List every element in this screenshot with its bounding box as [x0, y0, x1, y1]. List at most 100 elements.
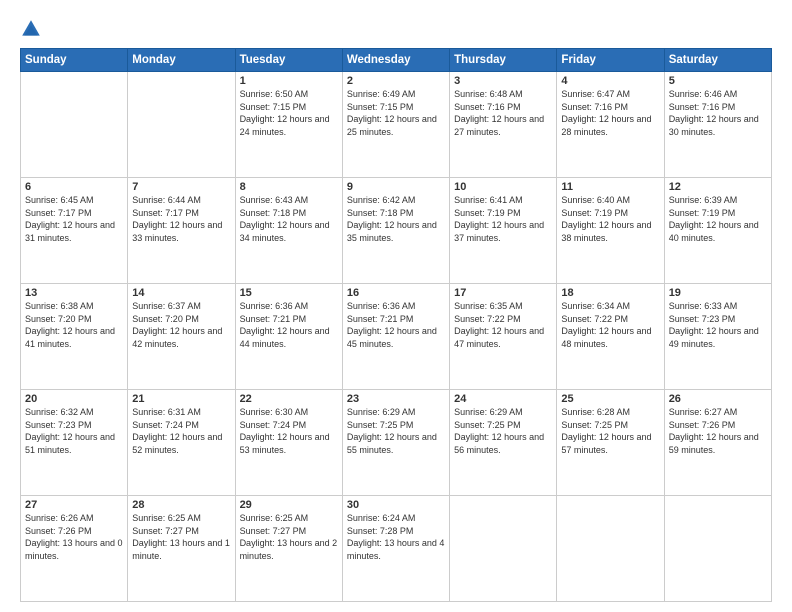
day-info: Sunrise: 6:34 AM Sunset: 7:22 PM Dayligh… — [561, 300, 659, 350]
day-number: 26 — [669, 393, 767, 405]
calendar-cell: 13Sunrise: 6:38 AM Sunset: 7:20 PM Dayli… — [21, 284, 128, 390]
calendar-cell: 4Sunrise: 6:47 AM Sunset: 7:16 PM Daylig… — [557, 72, 664, 178]
weekday-header-friday: Friday — [557, 49, 664, 72]
calendar-cell: 12Sunrise: 6:39 AM Sunset: 7:19 PM Dayli… — [664, 178, 771, 284]
day-info: Sunrise: 6:50 AM Sunset: 7:15 PM Dayligh… — [240, 88, 338, 138]
calendar-cell: 24Sunrise: 6:29 AM Sunset: 7:25 PM Dayli… — [450, 390, 557, 496]
day-number: 18 — [561, 287, 659, 299]
logo-icon — [20, 18, 42, 40]
calendar-cell: 19Sunrise: 6:33 AM Sunset: 7:23 PM Dayli… — [664, 284, 771, 390]
day-info: Sunrise: 6:46 AM Sunset: 7:16 PM Dayligh… — [669, 88, 767, 138]
day-info: Sunrise: 6:38 AM Sunset: 7:20 PM Dayligh… — [25, 300, 123, 350]
logo — [20, 18, 46, 40]
day-info: Sunrise: 6:37 AM Sunset: 7:20 PM Dayligh… — [132, 300, 230, 350]
day-info: Sunrise: 6:25 AM Sunset: 7:27 PM Dayligh… — [132, 512, 230, 562]
day-info: Sunrise: 6:27 AM Sunset: 7:26 PM Dayligh… — [669, 406, 767, 456]
day-info: Sunrise: 6:26 AM Sunset: 7:26 PM Dayligh… — [25, 512, 123, 562]
day-info: Sunrise: 6:29 AM Sunset: 7:25 PM Dayligh… — [347, 406, 445, 456]
calendar-table: SundayMondayTuesdayWednesdayThursdayFrid… — [20, 48, 772, 602]
calendar-cell: 30Sunrise: 6:24 AM Sunset: 7:28 PM Dayli… — [342, 496, 449, 602]
week-row-3: 13Sunrise: 6:38 AM Sunset: 7:20 PM Dayli… — [21, 284, 772, 390]
day-info: Sunrise: 6:35 AM Sunset: 7:22 PM Dayligh… — [454, 300, 552, 350]
day-info: Sunrise: 6:24 AM Sunset: 7:28 PM Dayligh… — [347, 512, 445, 562]
weekday-header-sunday: Sunday — [21, 49, 128, 72]
day-number: 8 — [240, 181, 338, 193]
weekday-header-monday: Monday — [128, 49, 235, 72]
day-number: 9 — [347, 181, 445, 193]
calendar-cell: 22Sunrise: 6:30 AM Sunset: 7:24 PM Dayli… — [235, 390, 342, 496]
page: SundayMondayTuesdayWednesdayThursdayFrid… — [0, 0, 792, 612]
calendar-cell: 9Sunrise: 6:42 AM Sunset: 7:18 PM Daylig… — [342, 178, 449, 284]
calendar-cell: 28Sunrise: 6:25 AM Sunset: 7:27 PM Dayli… — [128, 496, 235, 602]
week-row-5: 27Sunrise: 6:26 AM Sunset: 7:26 PM Dayli… — [21, 496, 772, 602]
day-info: Sunrise: 6:30 AM Sunset: 7:24 PM Dayligh… — [240, 406, 338, 456]
day-number: 1 — [240, 75, 338, 87]
day-info: Sunrise: 6:28 AM Sunset: 7:25 PM Dayligh… — [561, 406, 659, 456]
calendar-cell: 15Sunrise: 6:36 AM Sunset: 7:21 PM Dayli… — [235, 284, 342, 390]
weekday-header-saturday: Saturday — [664, 49, 771, 72]
calendar-cell: 7Sunrise: 6:44 AM Sunset: 7:17 PM Daylig… — [128, 178, 235, 284]
day-info: Sunrise: 6:49 AM Sunset: 7:15 PM Dayligh… — [347, 88, 445, 138]
calendar-cell: 3Sunrise: 6:48 AM Sunset: 7:16 PM Daylig… — [450, 72, 557, 178]
day-number: 7 — [132, 181, 230, 193]
calendar-cell: 18Sunrise: 6:34 AM Sunset: 7:22 PM Dayli… — [557, 284, 664, 390]
calendar-cell: 16Sunrise: 6:36 AM Sunset: 7:21 PM Dayli… — [342, 284, 449, 390]
weekday-header-thursday: Thursday — [450, 49, 557, 72]
week-row-2: 6Sunrise: 6:45 AM Sunset: 7:17 PM Daylig… — [21, 178, 772, 284]
day-number: 11 — [561, 181, 659, 193]
day-number: 14 — [132, 287, 230, 299]
calendar-cell — [557, 496, 664, 602]
calendar-cell: 21Sunrise: 6:31 AM Sunset: 7:24 PM Dayli… — [128, 390, 235, 496]
weekday-header-tuesday: Tuesday — [235, 49, 342, 72]
calendar-cell: 8Sunrise: 6:43 AM Sunset: 7:18 PM Daylig… — [235, 178, 342, 284]
day-number: 2 — [347, 75, 445, 87]
calendar-cell: 2Sunrise: 6:49 AM Sunset: 7:15 PM Daylig… — [342, 72, 449, 178]
calendar-body: 1Sunrise: 6:50 AM Sunset: 7:15 PM Daylig… — [21, 72, 772, 602]
day-number: 29 — [240, 499, 338, 511]
calendar-cell — [128, 72, 235, 178]
calendar-cell: 27Sunrise: 6:26 AM Sunset: 7:26 PM Dayli… — [21, 496, 128, 602]
day-number: 24 — [454, 393, 552, 405]
calendar-cell: 23Sunrise: 6:29 AM Sunset: 7:25 PM Dayli… — [342, 390, 449, 496]
calendar-cell: 10Sunrise: 6:41 AM Sunset: 7:19 PM Dayli… — [450, 178, 557, 284]
day-info: Sunrise: 6:42 AM Sunset: 7:18 PM Dayligh… — [347, 194, 445, 244]
day-number: 16 — [347, 287, 445, 299]
day-number: 3 — [454, 75, 552, 87]
calendar-cell: 26Sunrise: 6:27 AM Sunset: 7:26 PM Dayli… — [664, 390, 771, 496]
day-number: 25 — [561, 393, 659, 405]
day-number: 10 — [454, 181, 552, 193]
week-row-1: 1Sunrise: 6:50 AM Sunset: 7:15 PM Daylig… — [21, 72, 772, 178]
day-info: Sunrise: 6:39 AM Sunset: 7:19 PM Dayligh… — [669, 194, 767, 244]
day-info: Sunrise: 6:29 AM Sunset: 7:25 PM Dayligh… — [454, 406, 552, 456]
day-info: Sunrise: 6:31 AM Sunset: 7:24 PM Dayligh… — [132, 406, 230, 456]
day-number: 6 — [25, 181, 123, 193]
calendar-cell: 29Sunrise: 6:25 AM Sunset: 7:27 PM Dayli… — [235, 496, 342, 602]
header — [20, 18, 772, 40]
day-number: 13 — [25, 287, 123, 299]
calendar-cell: 14Sunrise: 6:37 AM Sunset: 7:20 PM Dayli… — [128, 284, 235, 390]
day-info: Sunrise: 6:48 AM Sunset: 7:16 PM Dayligh… — [454, 88, 552, 138]
calendar-cell: 11Sunrise: 6:40 AM Sunset: 7:19 PM Dayli… — [557, 178, 664, 284]
calendar-header: SundayMondayTuesdayWednesdayThursdayFrid… — [21, 49, 772, 72]
calendar-cell: 5Sunrise: 6:46 AM Sunset: 7:16 PM Daylig… — [664, 72, 771, 178]
day-info: Sunrise: 6:33 AM Sunset: 7:23 PM Dayligh… — [669, 300, 767, 350]
day-info: Sunrise: 6:47 AM Sunset: 7:16 PM Dayligh… — [561, 88, 659, 138]
calendar-cell — [21, 72, 128, 178]
day-number: 22 — [240, 393, 338, 405]
day-number: 28 — [132, 499, 230, 511]
day-info: Sunrise: 6:44 AM Sunset: 7:17 PM Dayligh… — [132, 194, 230, 244]
calendar-cell: 6Sunrise: 6:45 AM Sunset: 7:17 PM Daylig… — [21, 178, 128, 284]
day-number: 20 — [25, 393, 123, 405]
day-number: 19 — [669, 287, 767, 299]
calendar-cell: 25Sunrise: 6:28 AM Sunset: 7:25 PM Dayli… — [557, 390, 664, 496]
day-number: 4 — [561, 75, 659, 87]
day-info: Sunrise: 6:45 AM Sunset: 7:17 PM Dayligh… — [25, 194, 123, 244]
day-number: 12 — [669, 181, 767, 193]
day-number: 30 — [347, 499, 445, 511]
weekday-header-wednesday: Wednesday — [342, 49, 449, 72]
day-info: Sunrise: 6:36 AM Sunset: 7:21 PM Dayligh… — [240, 300, 338, 350]
calendar-cell: 1Sunrise: 6:50 AM Sunset: 7:15 PM Daylig… — [235, 72, 342, 178]
day-number: 15 — [240, 287, 338, 299]
day-info: Sunrise: 6:32 AM Sunset: 7:23 PM Dayligh… — [25, 406, 123, 456]
day-number: 27 — [25, 499, 123, 511]
